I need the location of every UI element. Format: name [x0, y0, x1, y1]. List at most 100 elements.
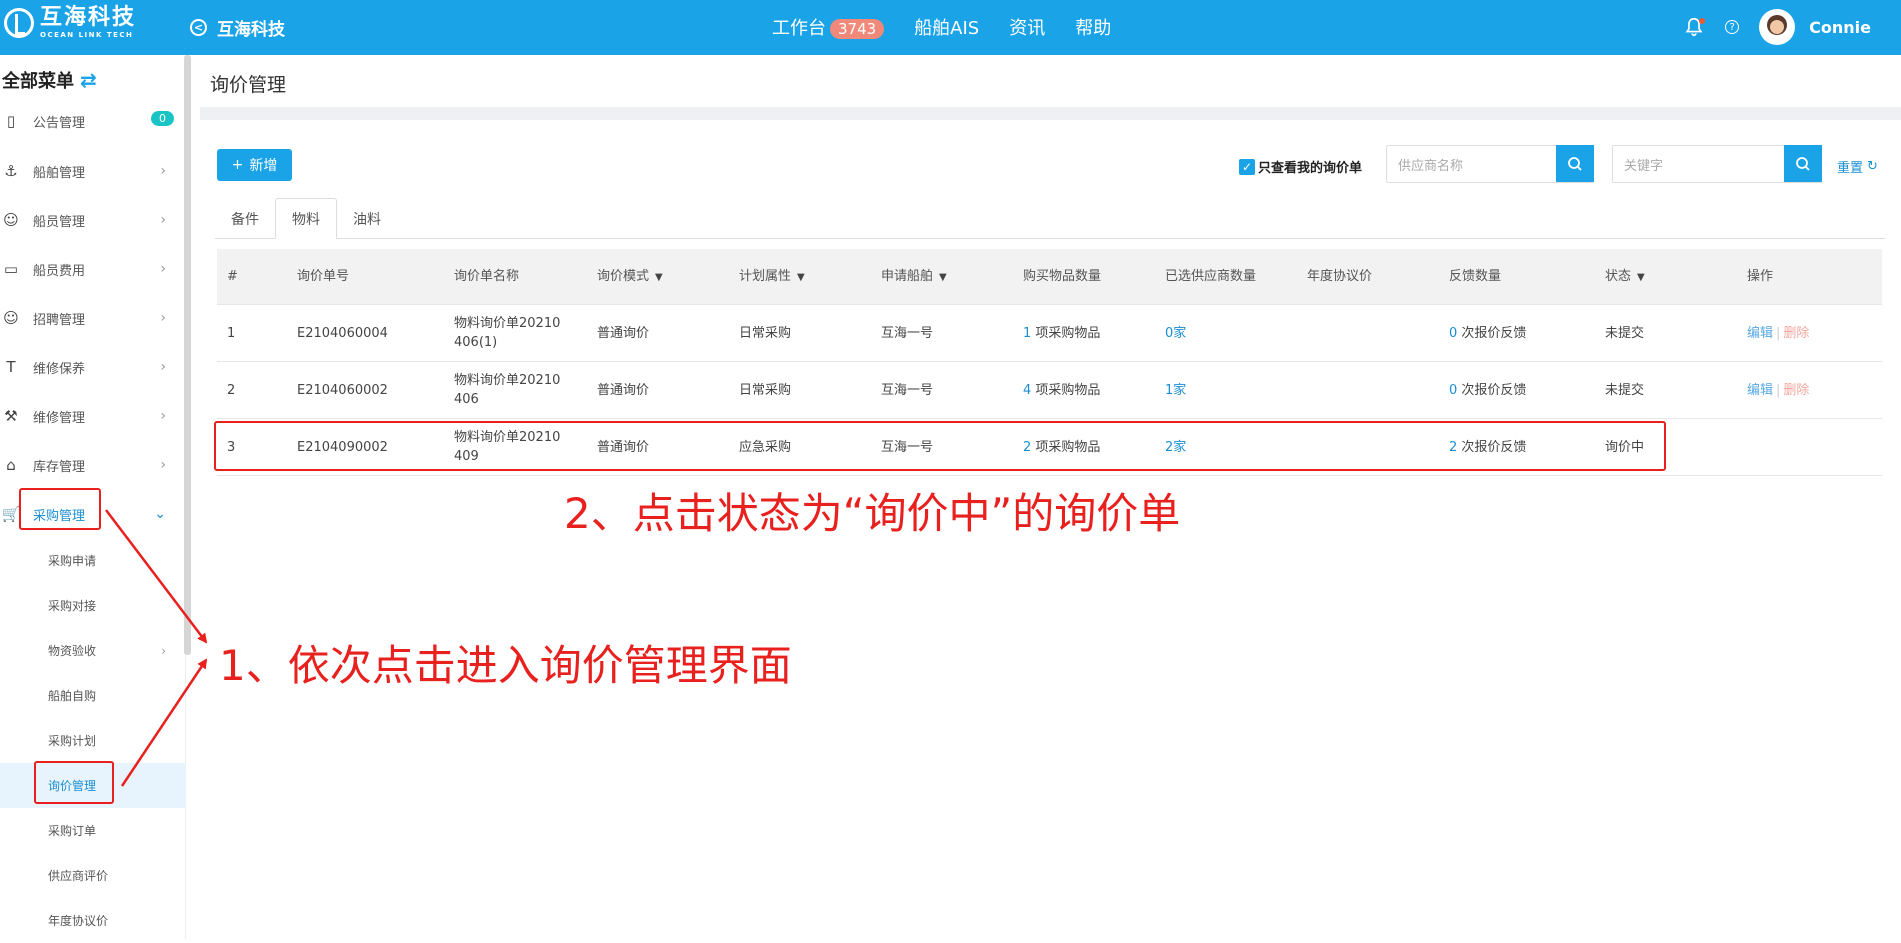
- status-text: 未提交: [1605, 325, 1645, 341]
- column-header: 询价单名称: [454, 269, 520, 284]
- annotation-step1: 1、依次点击进入询价管理界面: [219, 641, 792, 690]
- sidebar-item-crew[interactable]: ☺ 船员管理 ›: [0, 200, 186, 240]
- top-nav: 工作台 3743 船舶AIS 资讯 帮助: [772, 14, 1111, 40]
- edit-button[interactable]: 编辑: [1747, 383, 1773, 398]
- logo-text: 互海科技: [40, 5, 137, 30]
- chevron-right-icon: ›: [160, 457, 166, 473]
- plus-icon: +: [231, 157, 244, 173]
- suppliers-link[interactable]: 1家: [1165, 383, 1186, 398]
- annotation-step2: 2、点击状态为“询价中”的询价单: [564, 489, 1181, 538]
- sidebar-item-repair[interactable]: ⚒ 维修管理 ›: [0, 396, 186, 436]
- sidebar-item-stock[interactable]: ⌂ 库存管理 ›: [0, 445, 186, 485]
- sidebar-sub-purchase-docking[interactable]: 采购对接: [0, 583, 186, 628]
- book-icon: ▯: [6, 112, 16, 130]
- feedback-count-link[interactable]: 0: [1449, 383, 1457, 398]
- main-header: 询价管理: [200, 55, 1901, 107]
- recruit-icon: ☺: [3, 309, 19, 327]
- checkmark-icon: ✓: [1239, 158, 1255, 175]
- table-row[interactable]: 2 E2104060002 物料询价单20210406 普通询价 日常采购 互海…: [217, 362, 1882, 419]
- page-title: 询价管理: [210, 74, 287, 96]
- help-icon[interactable]: ?: [1725, 20, 1740, 34]
- only-mine-checkbox[interactable]: ✓ 只查看我的询价单: [1239, 157, 1362, 176]
- sidebar-sub-purchase-request[interactable]: 采购申请: [0, 538, 186, 583]
- status-text: 未提交: [1605, 382, 1645, 398]
- sidebar-item-notice[interactable]: ▯ 公告管理 0: [0, 101, 186, 141]
- hammer-icon: T: [6, 358, 16, 376]
- highlight-purchase-menu: [19, 488, 101, 530]
- supplier-search-input[interactable]: 供应商名称: [1387, 146, 1556, 182]
- bell-icon[interactable]: [1683, 16, 1706, 38]
- column-header: #: [227, 269, 238, 284]
- refresh-icon: ↻: [1867, 159, 1878, 174]
- feedback-count-link[interactable]: 0: [1449, 326, 1457, 341]
- add-button[interactable]: + 新增: [217, 149, 292, 181]
- nav-ship-ais[interactable]: 船舶AIS: [914, 14, 979, 40]
- caret-down-icon: ▼: [655, 271, 663, 283]
- column-header-plan[interactable]: 计划属性 ▼: [729, 267, 871, 287]
- wallet-icon: ▭: [3, 260, 19, 278]
- suppliers-link[interactable]: 0家: [1165, 326, 1186, 341]
- workbench-badge: 3743: [830, 19, 885, 39]
- delete-button[interactable]: 删除: [1783, 383, 1809, 398]
- column-header: 年度协议价: [1307, 269, 1373, 284]
- column-header-mode[interactable]: 询价模式 ▼: [587, 267, 729, 287]
- chevron-right-icon: ›: [160, 261, 166, 277]
- sidebar-sub-annual-price[interactable]: 年度协议价: [0, 898, 186, 943]
- column-header: 购买物品数量: [1023, 269, 1102, 284]
- username[interactable]: Connie: [1809, 18, 1871, 37]
- chevron-right-icon: ›: [160, 310, 166, 326]
- notice-count-badge: 0: [151, 111, 174, 126]
- anchor-icon: ⚓: [4, 162, 18, 180]
- edit-button[interactable]: 编辑: [1747, 326, 1773, 341]
- sidebar-item-crew-cost[interactable]: ▭ 船员费用 ›: [0, 249, 186, 289]
- back-button[interactable]: < 互海科技: [190, 15, 285, 40]
- items-count-link[interactable]: 4: [1023, 383, 1031, 398]
- column-header-ship[interactable]: 申请船舶 ▼: [871, 267, 1013, 287]
- sidebar-sub-purchase-plan[interactable]: 采购计划: [0, 718, 186, 763]
- chevron-right-icon: ›: [160, 359, 166, 375]
- nav-news[interactable]: 资讯: [1009, 14, 1045, 40]
- keyword-search-input[interactable]: 关键字: [1613, 146, 1784, 182]
- back-arrow-icon: <: [190, 19, 207, 36]
- column-header: 已选供应商数量: [1165, 269, 1257, 284]
- sidebar-sub-self-purchase[interactable]: 船舶自购: [0, 673, 186, 718]
- tab-spare-parts[interactable]: 备件: [215, 198, 275, 239]
- supplier-search-button[interactable]: [1556, 145, 1594, 182]
- divider: [200, 107, 1901, 120]
- table-row[interactable]: 1 E2104060004 物料询价单20210406(1) 普通询价 日常采购…: [217, 305, 1882, 362]
- chevron-right-icon: ›: [160, 212, 166, 228]
- table-header: # 询价单号 询价单名称 询价模式 ▼ 计划属性 ▼ 申请船舶 ▼ 购买物品数量 已选…: [217, 249, 1882, 305]
- highlight-inquiry-row: [214, 421, 1666, 471]
- sidebar-sub-supplier-rating[interactable]: 供应商评价: [0, 853, 186, 898]
- nav-help[interactable]: 帮助: [1075, 14, 1111, 40]
- tab-oil[interactable]: 油料: [337, 198, 397, 239]
- logo[interactable]: 互海科技 OCEAN LINK TECH: [4, 7, 136, 39]
- keyword-search-button[interactable]: [1784, 145, 1822, 182]
- menu-header: 全部菜单 ⇄: [2, 68, 97, 92]
- sidebar-scrollbar[interactable]: [184, 55, 191, 655]
- reset-button[interactable]: 重置 ↻: [1837, 157, 1878, 176]
- sidebar-item-maintenance[interactable]: T 维修保养 ›: [0, 347, 186, 387]
- sidebar-sub-acceptance[interactable]: 物资验收 ›: [0, 628, 186, 673]
- top-bar: 互海科技 OCEAN LINK TECH < 互海科技 工作台 3743 船舶AI…: [0, 0, 1901, 55]
- sidebar-item-recruit[interactable]: ☺ 招聘管理 ›: [0, 298, 186, 338]
- avatar[interactable]: [1759, 9, 1796, 45]
- column-header-status[interactable]: 状态 ▼: [1595, 267, 1737, 287]
- nav-workbench[interactable]: 工作台 3743: [772, 14, 885, 40]
- column-header: 反馈数量: [1449, 269, 1502, 284]
- delete-button[interactable]: 删除: [1783, 326, 1809, 341]
- items-count-link[interactable]: 1: [1023, 326, 1031, 341]
- user-icon: ☺: [3, 211, 19, 229]
- sidebar-sub-purchase-order[interactable]: 采购订单: [0, 808, 186, 853]
- column-header: 询价单号: [297, 269, 350, 284]
- search-icon: [1568, 156, 1582, 171]
- highlight-inquiry-menu: [34, 761, 114, 804]
- back-title: 互海科技: [217, 20, 285, 40]
- caret-down-icon: ▼: [797, 271, 805, 283]
- tab-materials[interactable]: 物料: [275, 198, 337, 239]
- switch-icon[interactable]: ⇄: [80, 68, 97, 92]
- caret-down-icon: ▼: [939, 271, 947, 283]
- sidebar-item-ship[interactable]: ⚓ 船舶管理 ›: [0, 151, 186, 191]
- tab-bar: 备件 物料 油料: [215, 198, 1885, 239]
- search-icon: [1796, 156, 1810, 171]
